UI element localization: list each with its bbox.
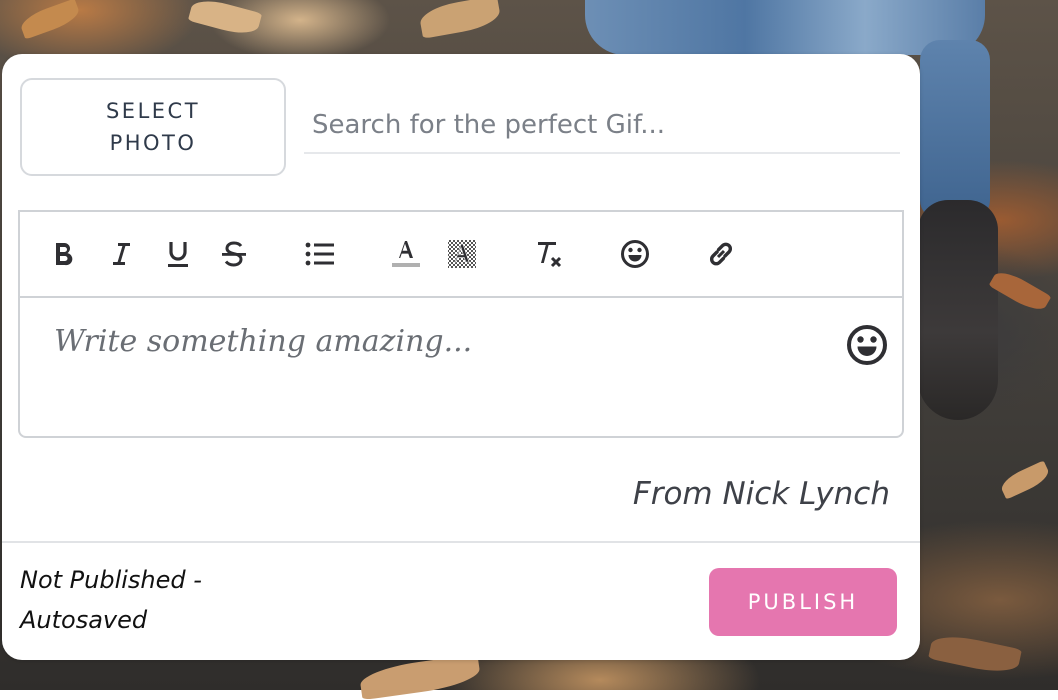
from-signature: From Nick Lynch [632, 476, 890, 512]
message-editor[interactable]: Write something amazing... [18, 296, 904, 438]
background-leaf [418, 0, 502, 39]
background-leaf [998, 460, 1052, 500]
strikethrough-icon[interactable] [216, 236, 252, 272]
background-leaf [358, 653, 482, 700]
italic-icon[interactable] [103, 236, 139, 272]
publish-button[interactable]: PUBLISH [709, 568, 897, 636]
highlight-color-icon[interactable] [444, 236, 480, 272]
background-shoe [918, 200, 998, 420]
background-leaf [928, 630, 1022, 678]
underline-icon[interactable] [160, 236, 196, 272]
bullet-list-icon[interactable] [302, 236, 338, 272]
emoji-picker-icon[interactable] [846, 324, 888, 366]
select-photo-button[interactable]: SELECT PHOTO [20, 78, 286, 176]
post-composer-card: SELECT PHOTO Search for the perfect Gif.… [2, 54, 920, 660]
emoji-icon[interactable] [617, 236, 653, 272]
gif-search-input[interactable] [304, 98, 900, 154]
clear-formatting-icon[interactable] [532, 236, 568, 272]
link-icon[interactable] [703, 236, 739, 272]
background-leg [920, 40, 990, 220]
footer-divider [2, 541, 920, 543]
background-leaf [187, 0, 263, 39]
background-leaf [18, 0, 82, 40]
bold-icon[interactable] [46, 236, 82, 272]
publish-status: Not Published - Autosaved [20, 566, 202, 634]
publish-label: PUBLISH [747, 590, 859, 614]
select-photo-label: SELECT PHOTO [105, 99, 201, 155]
text-color-icon[interactable] [388, 236, 424, 272]
formatting-toolbar [18, 210, 904, 298]
editor-placeholder: Write something amazing... [54, 324, 473, 359]
